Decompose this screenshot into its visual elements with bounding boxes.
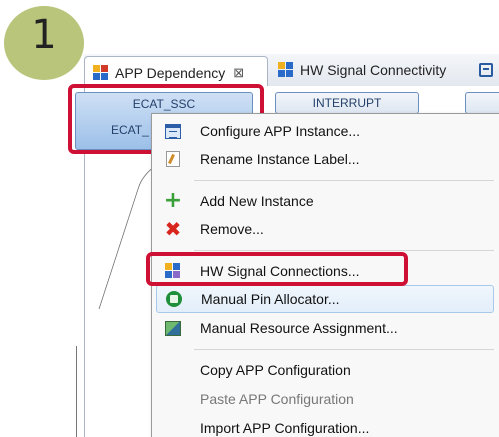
remove-icon: ✖: [164, 217, 182, 241]
tab-label: APP Dependency: [115, 64, 226, 81]
menu-item-paste-app-configuration[interactable]: Paste APP Configuration: [152, 385, 499, 413]
add-icon: +: [163, 188, 183, 213]
hw-signal-connections-highlight: [146, 252, 408, 286]
dependency-line: [76, 346, 77, 437]
partial-instance[interactable]: [465, 92, 499, 114]
tab-hw-signal-connectivity[interactable]: HW Signal Connectivity: [270, 54, 475, 86]
menu-item-rename-instance-label[interactable]: Rename Instance Label...: [152, 145, 499, 173]
pin-allocator-icon: [166, 291, 182, 307]
menu-item-label: Manual Resource Assignment...: [200, 320, 398, 336]
menu-item-label: Add New Instance: [200, 193, 314, 209]
resource-icon: [165, 320, 181, 336]
rename-icon: [166, 151, 180, 167]
menu-item-label: Remove...: [200, 221, 264, 237]
hw-signal-connectivity-icon: [278, 62, 294, 78]
menu-item-label: Copy APP Configuration: [200, 362, 351, 378]
menu-item-add-new-instance[interactable]: + Add New Instance: [152, 187, 499, 215]
menu-separator: [194, 250, 494, 251]
menu-item-label: Configure APP Instance...: [200, 123, 361, 139]
editor-tab-bar: APP Dependency ⊠ HW Signal Connectivity: [84, 54, 499, 88]
screenshot-root: 1 APP Dependency ⊠ HW Signal Connectivit…: [0, 0, 499, 437]
menu-item-configure-app-instance[interactable]: Configure APP Instance...: [152, 117, 499, 145]
menu-item-label: Import APP Configuration...: [200, 420, 370, 436]
tab-label: HW Signal Connectivity: [300, 62, 447, 78]
step-badge: 1: [4, 6, 84, 80]
configure-icon: [165, 123, 181, 139]
menu-item-import-app-configuration[interactable]: Import APP Configuration...: [152, 414, 499, 437]
menu-item-label: Rename Instance Label...: [200, 151, 360, 167]
step-number: 1: [31, 12, 57, 58]
menu-item-copy-app-configuration[interactable]: Copy APP Configuration: [152, 356, 499, 384]
menu-item-manual-resource-assignment[interactable]: Manual Resource Assignment...: [152, 314, 499, 342]
close-tab-icon[interactable]: ⊠: [233, 65, 244, 81]
menu-separator: [194, 349, 494, 350]
menu-item-remove[interactable]: ✖ Remove...: [152, 215, 499, 243]
menu-item-label: Manual Pin Allocator...: [201, 291, 340, 307]
menu-item-label: Paste APP Configuration: [200, 391, 354, 407]
app-dependency-icon: [93, 64, 109, 81]
tab-view[interactable]: [477, 54, 499, 86]
menu-item-manual-pin-allocator[interactable]: Manual Pin Allocator...: [156, 285, 494, 313]
menu-separator: [194, 180, 494, 181]
view-icon: [479, 63, 493, 77]
interrupt-instance[interactable]: INTERRUPT: [275, 92, 419, 114]
